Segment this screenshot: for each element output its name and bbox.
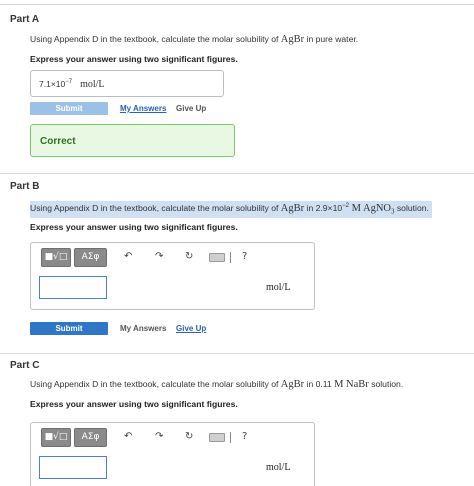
greek-letters-icon[interactable]: ΑΣφ [74, 248, 107, 267]
part-b-title: Part B [10, 181, 40, 192]
top-divider [0, 4, 474, 5]
part-b-math-editor: ■√□ ΑΣφ ↶ ↷ ↻ ? mol/L [30, 242, 315, 310]
part-b-question: Using Appendix D in the textbook, calcul… [30, 201, 432, 218]
toolbar-separator [230, 252, 231, 263]
undo-icon[interactable]: ↶ [124, 251, 132, 263]
part-a-submit-button[interactable]: Submit [30, 102, 108, 115]
reset-icon[interactable]: ↻ [185, 431, 193, 443]
part-b-answer-input[interactable] [39, 276, 107, 299]
keyboard-icon[interactable] [209, 253, 225, 262]
templates-icon[interactable]: ■√□ [41, 248, 71, 267]
part-a-give-up-link[interactable]: Give Up [176, 104, 206, 113]
part-a-answer-field[interactable]: 7.1×10−7 mol/L [30, 70, 224, 97]
redo-icon[interactable]: ↷ [155, 251, 163, 263]
part-c-unit-label: mol/L [266, 462, 291, 473]
toolbar-separator [230, 432, 231, 443]
part-b-submit-button[interactable]: Submit [30, 322, 108, 335]
redo-icon[interactable]: ↷ [155, 431, 163, 443]
part-c-instructions: Express your answer using two significan… [30, 399, 238, 409]
part-c-math-editor: ■√□ ΑΣφ ↶ ↷ ↻ ? mol/L [30, 422, 315, 486]
part-b-divider [0, 173, 474, 174]
reset-icon[interactable]: ↻ [185, 251, 193, 263]
greek-letters-icon[interactable]: ΑΣφ [74, 428, 107, 447]
part-a-answer-value: 7.1×10−7 mol/L [39, 79, 105, 90]
part-b-instructions: Express your answer using two significan… [30, 222, 238, 232]
part-a-title: Part A [10, 14, 40, 25]
part-a-question: Using Appendix D in the textbook, calcul… [30, 34, 359, 45]
part-a-instructions: Express your answer using two significan… [30, 54, 238, 64]
part-b-my-answers-link[interactable]: My Answers [120, 324, 166, 333]
part-c-answer-input[interactable] [39, 456, 107, 479]
help-icon[interactable]: ? [242, 251, 247, 263]
part-c-divider [0, 353, 474, 354]
part-a-my-answers-link[interactable]: My Answers [120, 104, 166, 113]
part-b-unit-label: mol/L [266, 282, 291, 293]
templates-icon[interactable]: ■√□ [41, 428, 71, 447]
undo-icon[interactable]: ↶ [124, 431, 132, 443]
part-c-title: Part C [10, 360, 40, 371]
part-b-give-up-link[interactable]: Give Up [176, 324, 206, 333]
part-c-question: Using Appendix D in the textbook, calcul… [30, 379, 404, 390]
part-a-correct-feedback: Correct [30, 124, 235, 157]
help-icon[interactable]: ? [242, 431, 247, 443]
keyboard-icon[interactable] [209, 433, 225, 442]
